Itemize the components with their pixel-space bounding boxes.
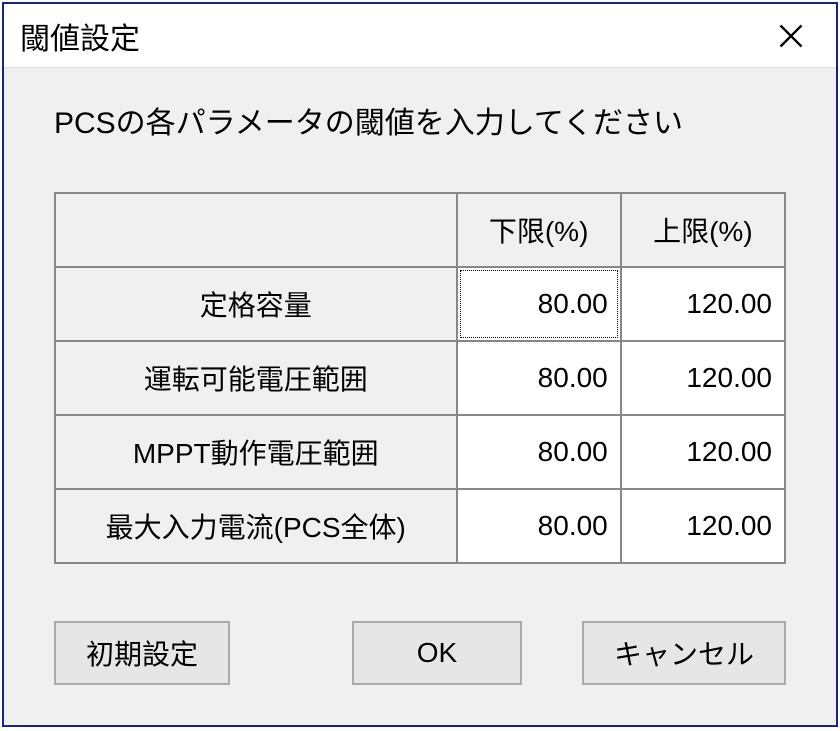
header-upper: 上限(%): [621, 193, 785, 267]
lower-value-cell[interactable]: 80.00: [457, 415, 621, 489]
button-row: 初期設定 OK キャンセル: [44, 621, 796, 695]
param-label: 運転可能電圧範囲: [55, 341, 457, 415]
header-lower: 下限(%): [457, 193, 621, 267]
header-param: [55, 193, 457, 267]
param-label: 最大入力電流(PCS全体): [55, 489, 457, 563]
table-row: 最大入力電流(PCS全体) 80.00 120.00: [55, 489, 785, 563]
instruction-text: PCSの各パラメータの閾値を入力してください: [54, 98, 796, 142]
table-row: MPPT動作電圧範囲 80.00 120.00: [55, 415, 785, 489]
param-label: 定格容量: [55, 267, 457, 341]
table-row: 定格容量 80.00 120.00: [55, 267, 785, 341]
dialog-window: 閾値設定 PCSの各パラメータの閾値を入力してください 下限(%) 上限(%): [2, 2, 838, 727]
param-label: MPPT動作電圧範囲: [55, 415, 457, 489]
upper-value-cell[interactable]: 120.00: [621, 415, 785, 489]
lower-value-cell[interactable]: 80.00: [457, 267, 621, 341]
threshold-table: 下限(%) 上限(%) 定格容量 80.00 120.00 運転可能電圧範囲 8…: [54, 192, 786, 564]
lower-value-cell[interactable]: 80.00: [457, 489, 621, 563]
threshold-table-wrap: 下限(%) 上限(%) 定格容量 80.00 120.00 運転可能電圧範囲 8…: [54, 192, 786, 564]
upper-value-cell[interactable]: 120.00: [621, 341, 785, 415]
dialog-content: PCSの各パラメータの閾値を入力してください 下限(%) 上限(%) 定格容量 …: [4, 68, 836, 725]
table-header-row: 下限(%) 上限(%): [55, 193, 785, 267]
reset-button[interactable]: 初期設定: [54, 621, 230, 685]
lower-value-cell[interactable]: 80.00: [457, 341, 621, 415]
table-row: 運転可能電圧範囲 80.00 120.00: [55, 341, 785, 415]
button-right-group: OK キャンセル: [352, 621, 786, 685]
titlebar: 閾値設定: [4, 4, 836, 68]
titlebar-title: 閾値設定: [20, 14, 140, 58]
upper-value-cell[interactable]: 120.00: [621, 267, 785, 341]
close-icon: [777, 22, 805, 50]
cancel-button[interactable]: キャンセル: [582, 621, 786, 685]
ok-button[interactable]: OK: [352, 621, 522, 685]
close-button[interactable]: [766, 11, 816, 61]
upper-value-cell[interactable]: 120.00: [621, 489, 785, 563]
